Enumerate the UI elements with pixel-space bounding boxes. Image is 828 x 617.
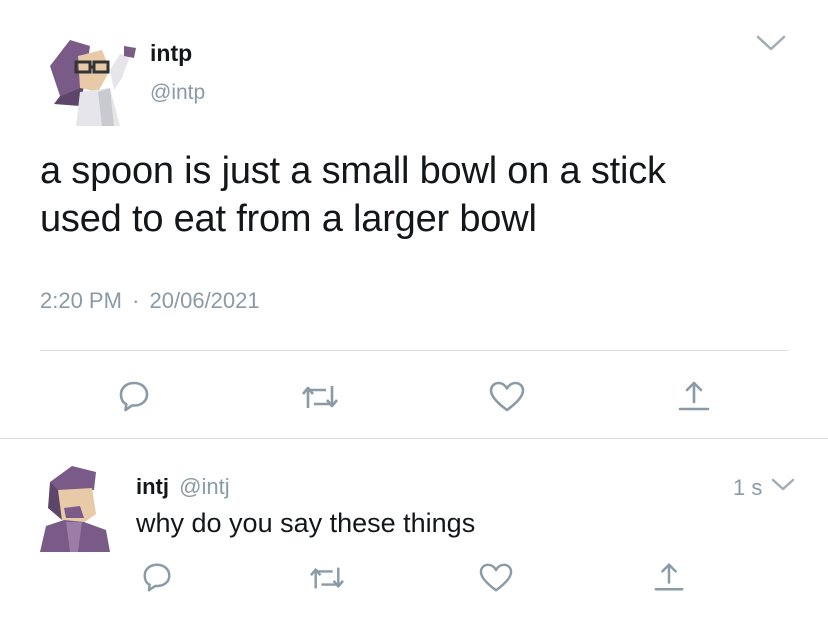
reply-header: intj @intj — [136, 474, 230, 500]
reply-chevron-down-icon[interactable] — [770, 474, 796, 494]
reply-handle[interactable]: @intj — [179, 474, 229, 499]
tweet-date: 20/06/2021 — [149, 288, 260, 313]
like-icon[interactable] — [488, 380, 526, 414]
tweet-timestamp[interactable]: 2:20 PM · 20/06/2021 — [40, 288, 260, 314]
tweet-time: 2:20 PM — [40, 288, 122, 313]
reply-icon[interactable] — [116, 378, 152, 414]
avatar-intp[interactable] — [40, 26, 144, 130]
reply-age: 1 s — [733, 475, 763, 500]
display-name[interactable]: intp — [150, 40, 192, 67]
section-divider — [0, 438, 828, 439]
tweet-text: a spoon is just a small bowl on a stick … — [40, 147, 666, 243]
reply-retweet-icon[interactable] — [308, 562, 346, 594]
reply-display-name[interactable]: intj — [136, 474, 169, 499]
reply-like-icon[interactable] — [478, 562, 514, 594]
reply-text: why do you say these things — [136, 508, 476, 538]
meta-separator: · — [132, 288, 140, 313]
divider — [40, 350, 788, 351]
avatar-intj[interactable] — [36, 460, 116, 552]
chevron-down-icon[interactable] — [754, 32, 788, 54]
retweet-icon[interactable] — [300, 380, 340, 414]
tweet-text-line-1: a spoon is just a small bowl on a stick — [40, 150, 666, 192]
reply-share-icon[interactable] — [652, 560, 686, 594]
share-icon[interactable] — [676, 378, 712, 414]
handle[interactable]: @intp — [150, 81, 205, 105]
reply-reply-icon[interactable] — [140, 560, 174, 594]
tweet-text-line-2: used to eat from a larger bowl — [40, 198, 537, 240]
